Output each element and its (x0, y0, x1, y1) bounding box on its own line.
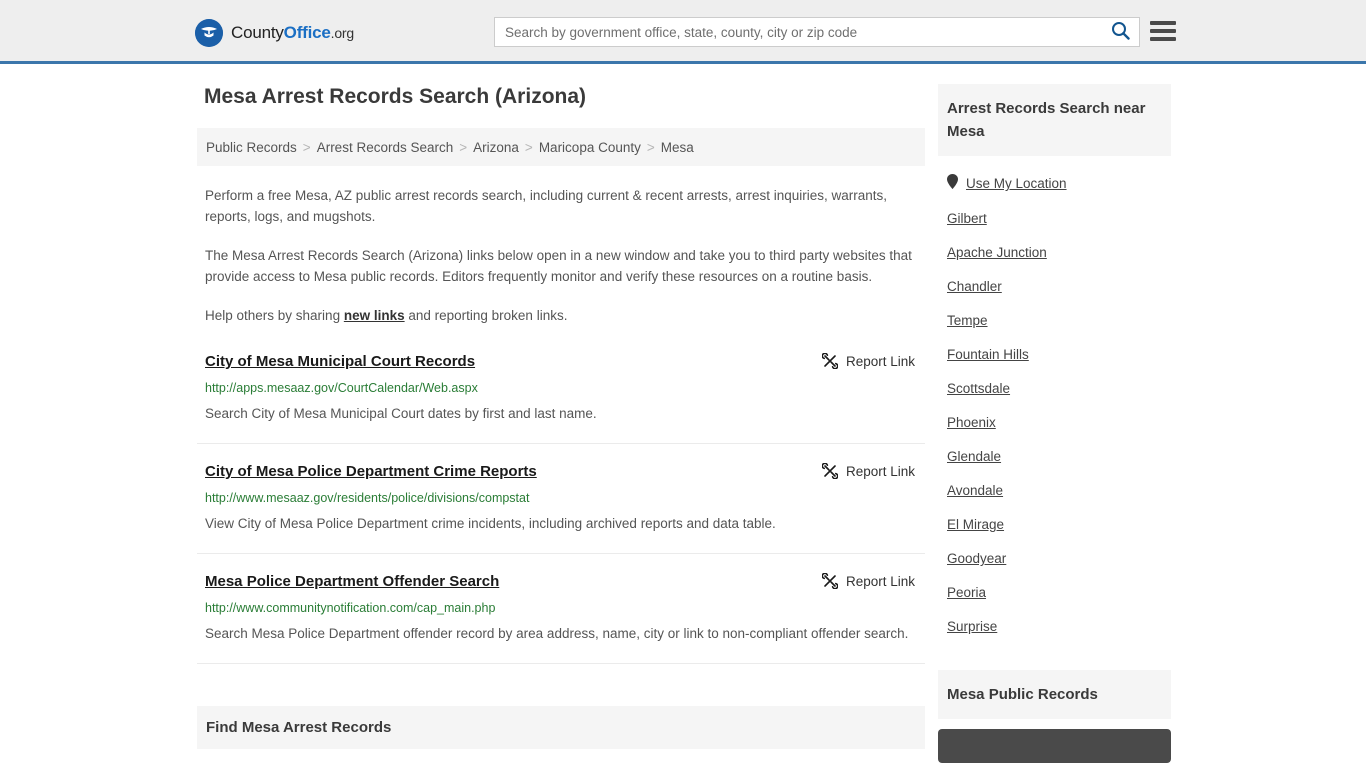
breadcrumb-separator-icon: > (459, 139, 468, 155)
broken-link-icon (821, 463, 838, 479)
result-item: Mesa Police Department Offender Search R… (197, 554, 925, 664)
brand-part-org: .org (330, 25, 355, 41)
breadcrumb-separator-icon: > (646, 139, 655, 155)
breadcrumb-item-2[interactable]: Arizona (473, 140, 519, 155)
eagle-seal-icon: ★★★ (195, 19, 223, 47)
search-bar (494, 17, 1140, 47)
sidebar-city-link[interactable]: Chandler (947, 278, 1002, 296)
sidebar-city-link[interactable]: Apache Junction (947, 244, 1047, 262)
breadcrumb-item-3[interactable]: Maricopa County (539, 140, 641, 155)
sidebar-city-link[interactable]: Surprise (947, 618, 997, 636)
menu-button[interactable] (1150, 21, 1176, 41)
report-link-label: Report Link (845, 353, 915, 369)
search-input[interactable] (495, 18, 1101, 46)
report-link-button[interactable]: Report Link (821, 572, 915, 589)
result-url: http://apps.mesaaz.gov/CourtCalendar/Web… (205, 381, 478, 395)
sidebar-city-item[interactable]: Glendale (938, 440, 1171, 474)
hamburger-bar-1 (1150, 21, 1176, 25)
result-header: Mesa Police Department Offender Search R… (205, 572, 917, 592)
sidebar-city-item[interactable]: El Mirage (938, 508, 1171, 542)
sidebar: Arrest Records Search near Mesa Use My L… (938, 84, 1171, 768)
intro-text: Perform a free Mesa, AZ public arrest re… (197, 185, 925, 326)
sidebar-city-item[interactable]: Fountain Hills (938, 338, 1171, 372)
public-records-accordion-toggle[interactable] (938, 729, 1171, 763)
result-header: City of Mesa Police Department Crime Rep… (205, 462, 917, 482)
result-item: City of Mesa Police Department Crime Rep… (197, 444, 925, 554)
site-logo-text: CountyOffice.org (231, 23, 354, 43)
sidebar-city-link[interactable]: Peoria (947, 584, 986, 602)
help-line-before: Help others by sharing (205, 308, 344, 323)
search-button[interactable] (1101, 18, 1139, 46)
nearby-searches-panel: Arrest Records Search near Mesa Use My L… (938, 84, 1171, 644)
new-links-link[interactable]: new links (344, 308, 405, 323)
broken-link-icon (821, 573, 838, 589)
report-link-label: Report Link (845, 573, 915, 589)
help-line: Help others by sharing new links and rep… (205, 305, 917, 326)
sidebar-city-item[interactable]: Goodyear (938, 542, 1171, 576)
report-link-button[interactable]: Report Link (821, 352, 915, 369)
svg-text:★★★: ★★★ (202, 37, 216, 43)
intro-paragraph-2: The Mesa Arrest Records Search (Arizona)… (205, 248, 912, 284)
sidebar-city-item[interactable]: Tempe (938, 304, 1171, 338)
site-logo[interactable]: ★★★ CountyOffice.org (195, 19, 354, 47)
result-description: Search City of Mesa Municipal Court date… (205, 406, 597, 421)
sidebar-city-item[interactable]: Surprise (938, 610, 1171, 644)
sidebar-city-item[interactable]: Chandler (938, 270, 1171, 304)
sidebar-city-link[interactable]: Tempe (947, 312, 988, 330)
use-my-location-item[interactable]: Use My Location (938, 166, 1171, 202)
result-title-link[interactable]: City of Mesa Police Department Crime Rep… (205, 462, 537, 482)
site-header: ★★★ CountyOffice.org (0, 0, 1366, 64)
sidebar-city-link[interactable]: Phoenix (947, 414, 996, 432)
breadcrumb-item-0[interactable]: Public Records (206, 140, 297, 155)
report-link-label: Report Link (845, 463, 915, 479)
result-title-link[interactable]: Mesa Police Department Offender Search (205, 572, 499, 592)
public-records-heading: Mesa Public Records (938, 670, 1171, 719)
sidebar-city-item[interactable]: Phoenix (938, 406, 1171, 440)
help-line-after: and reporting broken links. (404, 308, 568, 323)
sidebar-city-link[interactable]: Fountain Hills (947, 346, 1029, 364)
result-url: http://www.mesaaz.gov/residents/police/d… (205, 491, 530, 505)
brand-part-office: Office (283, 23, 331, 42)
sidebar-city-link[interactable]: Avondale (947, 482, 1003, 500)
intro-paragraph-1: Perform a free Mesa, AZ public arrest re… (205, 188, 888, 224)
use-my-location-link[interactable]: Use My Location (966, 175, 1067, 193)
breadcrumb-separator-icon: > (302, 139, 311, 155)
brand-part-county: County (231, 23, 284, 42)
sidebar-city-link[interactable]: Glendale (947, 448, 1001, 466)
result-title-link[interactable]: City of Mesa Municipal Court Records (205, 352, 475, 372)
result-url: http://www.communitynotification.com/cap… (205, 601, 496, 615)
search-icon (1111, 21, 1130, 43)
sidebar-city-item[interactable]: Apache Junction (938, 236, 1171, 270)
breadcrumb-separator-icon: > (524, 139, 533, 155)
report-link-button[interactable]: Report Link (821, 462, 915, 479)
result-description: Search Mesa Police Department offender r… (205, 626, 909, 641)
sidebar-city-item[interactable]: Gilbert (938, 202, 1171, 236)
location-pin-icon (947, 174, 958, 194)
sidebar-city-link[interactable]: Scottsdale (947, 380, 1010, 398)
nearby-searches-heading: Arrest Records Search near Mesa (938, 84, 1171, 156)
sidebar-city-item[interactable]: Peoria (938, 576, 1171, 610)
sidebar-city-link[interactable]: Goodyear (947, 550, 1006, 568)
breadcrumb-item-1[interactable]: Arrest Records Search (317, 140, 454, 155)
find-records-heading: Find Mesa Arrest Records (197, 706, 925, 749)
breadcrumb: Public Records > Arrest Records Search >… (197, 128, 925, 166)
sidebar-city-item[interactable]: Scottsdale (938, 372, 1171, 406)
result-item: City of Mesa Municipal Court Records Rep… (197, 352, 925, 444)
hamburger-bar-3 (1150, 37, 1176, 41)
find-records-section: Find Mesa Arrest Records Mesa Arrest Rec… (197, 706, 925, 768)
breadcrumb-item-4[interactable]: Mesa (661, 140, 694, 155)
main-content: Mesa Arrest Records Search (Arizona) Pub… (197, 84, 925, 768)
result-header: City of Mesa Municipal Court Records Rep… (205, 352, 917, 372)
find-records-body: Mesa Arrest Records contain an individua… (197, 749, 925, 768)
result-description: View City of Mesa Police Department crim… (205, 516, 776, 531)
hamburger-bar-2 (1150, 29, 1176, 33)
results-list: City of Mesa Municipal Court Records Rep… (197, 352, 925, 664)
sidebar-city-link[interactable]: Gilbert (947, 210, 987, 228)
sidebar-city-item[interactable]: Avondale (938, 474, 1171, 508)
broken-link-icon (821, 353, 838, 369)
nearby-city-list: Use My Location Gilbert Apache Junction … (938, 156, 1171, 644)
page-title: Mesa Arrest Records Search (Arizona) (204, 85, 587, 108)
public-records-panel: Mesa Public Records (938, 670, 1171, 763)
sidebar-city-link[interactable]: El Mirage (947, 516, 1004, 534)
